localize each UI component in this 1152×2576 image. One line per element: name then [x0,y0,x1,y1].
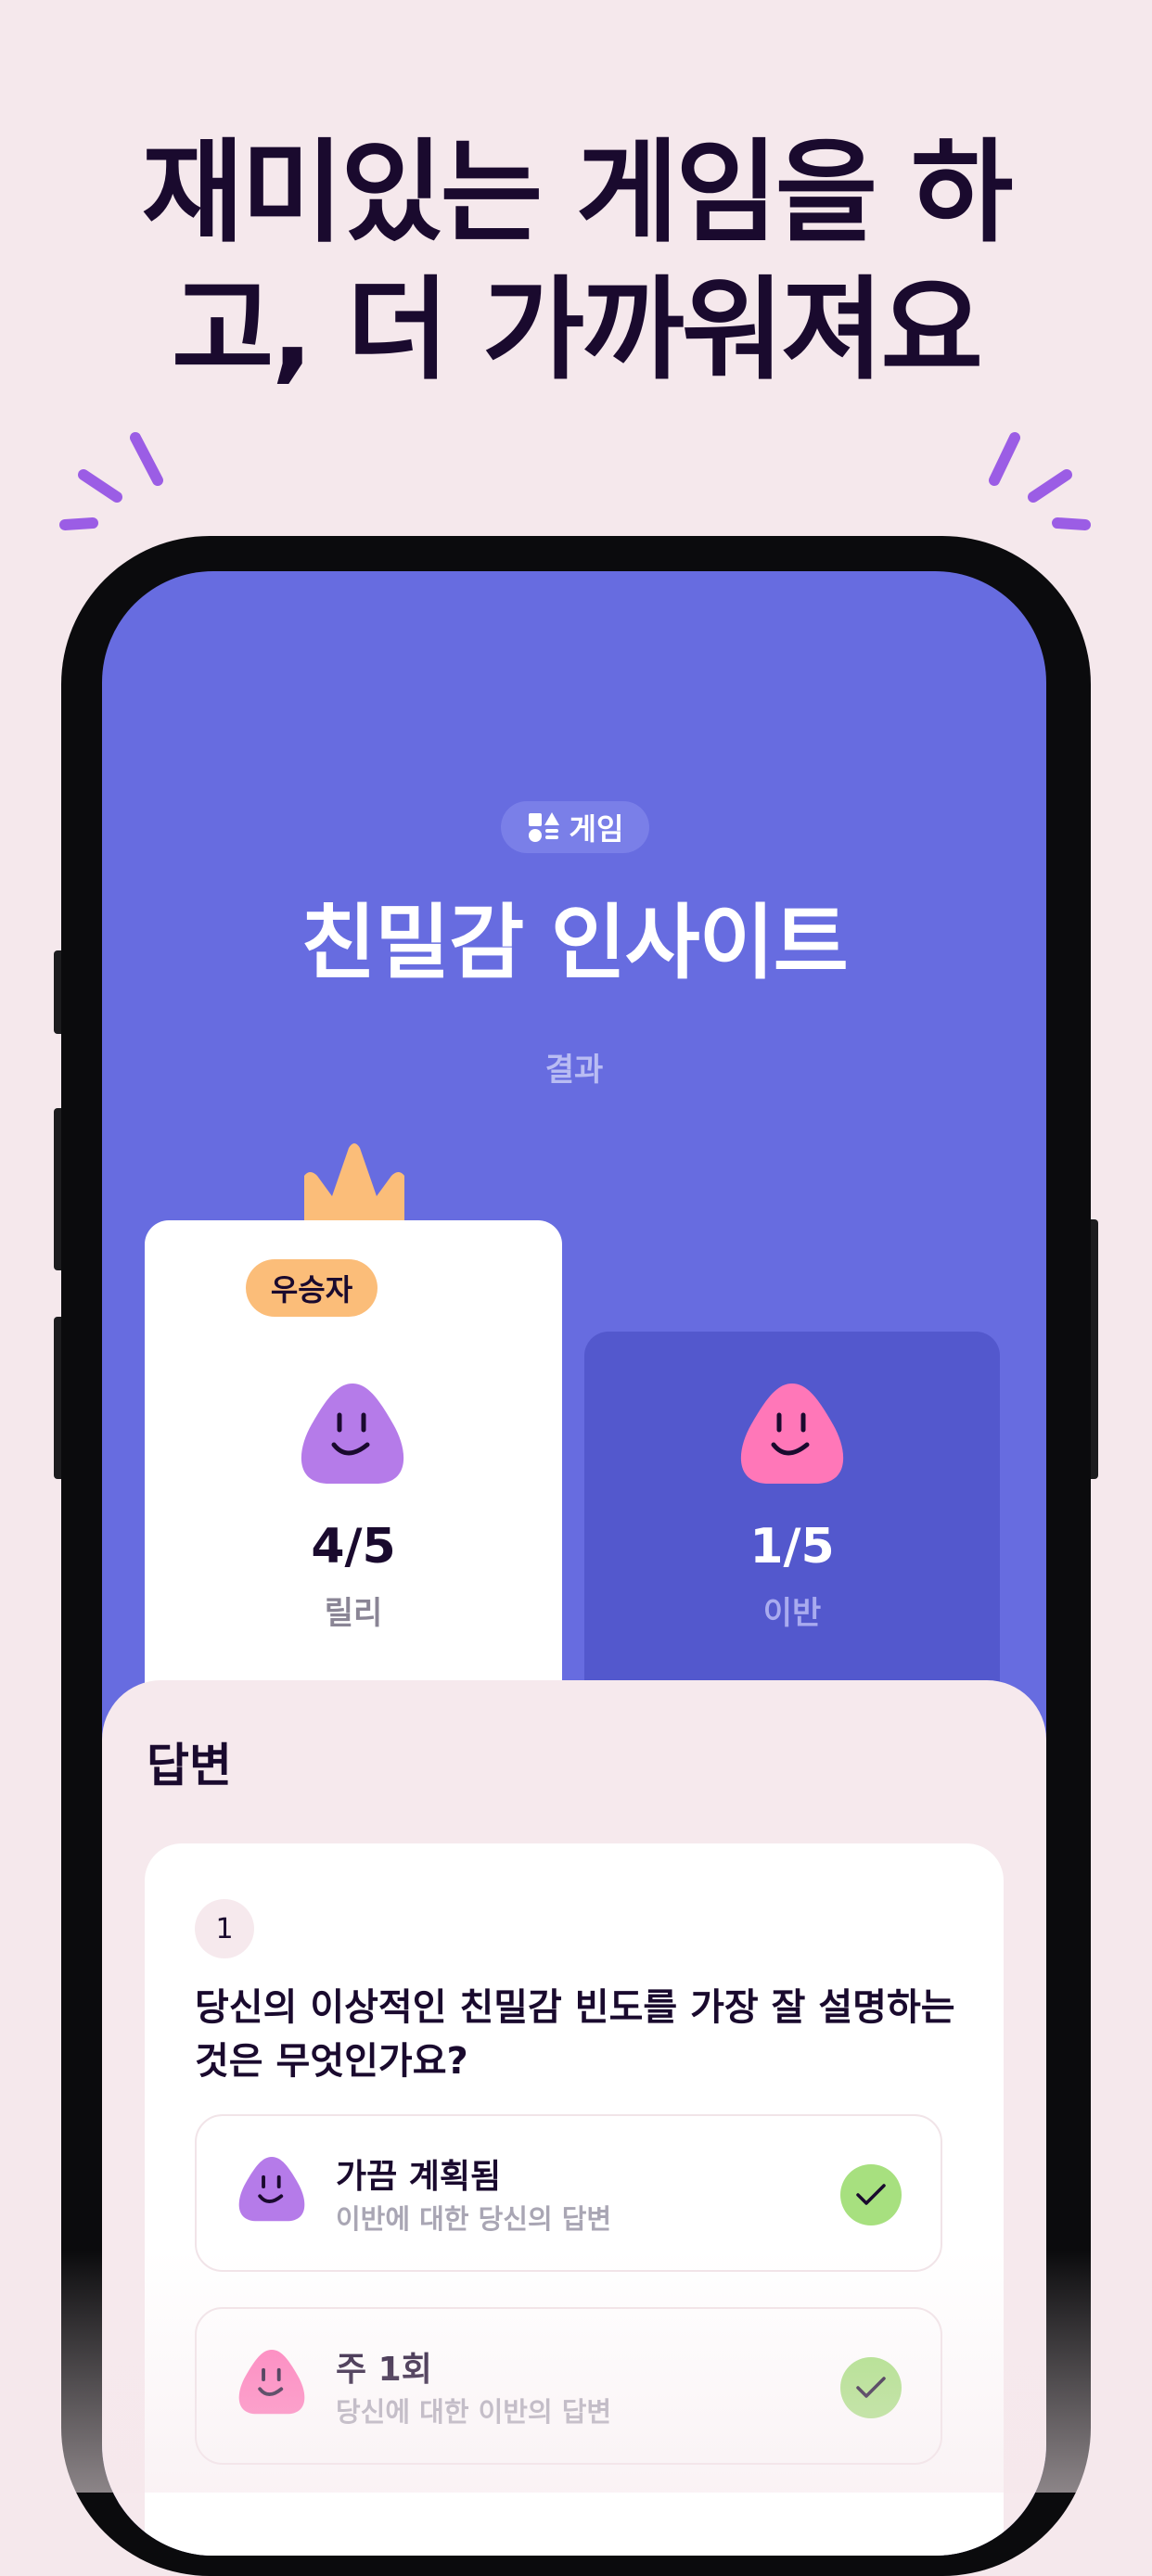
headline-line-1: 재미있는 게임을 하 [141,129,1014,258]
headline-line-2: 고, 더 가까워져요 [172,266,983,395]
game-shapes-icon [528,812,559,842]
winner-avatar [301,1384,404,1484]
winner-name: 릴리 [324,1595,383,1632]
answer-subtitle: 당신에 대한 이반의 답변 [336,2396,612,2428]
answer-avatar-pink [238,2350,305,2415]
question-text: 당신의 이상적인 친밀감 빈도를 가장 잘 설명하는 것은 무엇인가요? [195,1986,955,2083]
answer-row-partner[interactable]: 주 1회 당신에 대한 이반의 답변 [195,2307,942,2465]
check-icon [840,2357,902,2418]
check-icon [840,2164,902,2225]
answer-title: 주 1회 [336,2351,432,2389]
category-pill: 게임 [501,801,649,853]
opponent-card: 1/5 이반 [584,1332,1000,1740]
opponent-avatar [740,1384,844,1484]
answer-title: 가끔 계획됨 [336,2158,502,2196]
game-title: 친밀감 인사이트 [301,895,848,990]
answer-row-mine[interactable]: 가끔 계획됨 이반에 대한 당신의 답변 [195,2114,942,2272]
category-pill-label: 게임 [569,811,624,847]
question-card: 1 당신의 이상적인 친밀감 빈도를 가장 잘 설명하는 것은 무엇인가요? 가… [145,1843,1004,2556]
answers-title: 답변 [147,1739,232,1792]
app-screen: 게임 친밀감 인사이트 결과 4/5 릴리 우승자 1/5 이반 답변 1 당신… [102,571,1046,2556]
headline: 재미있는 게임을 하 고, 더 가까워져요 [0,125,1152,400]
answer-avatar-purple [238,2157,305,2222]
sparkle-right-icon [989,432,1091,530]
winner-badge: 우승자 [246,1259,378,1317]
opponent-name: 이반 [762,1595,822,1632]
answers-sheet[interactable]: 답변 1 당신의 이상적인 친밀감 빈도를 가장 잘 설명하는 것은 무엇인가요… [102,1680,1046,2556]
sparkle-left-icon [59,432,163,530]
crown-icon [304,1143,404,1228]
answer-subtitle: 이반에 대한 당신의 답변 [336,2203,612,2235]
opponent-score: 1/5 [749,1519,835,1575]
winner-score: 4/5 [311,1519,396,1575]
results-subtitle: 결과 [544,1052,604,1089]
question-number: 1 [195,1899,254,1958]
